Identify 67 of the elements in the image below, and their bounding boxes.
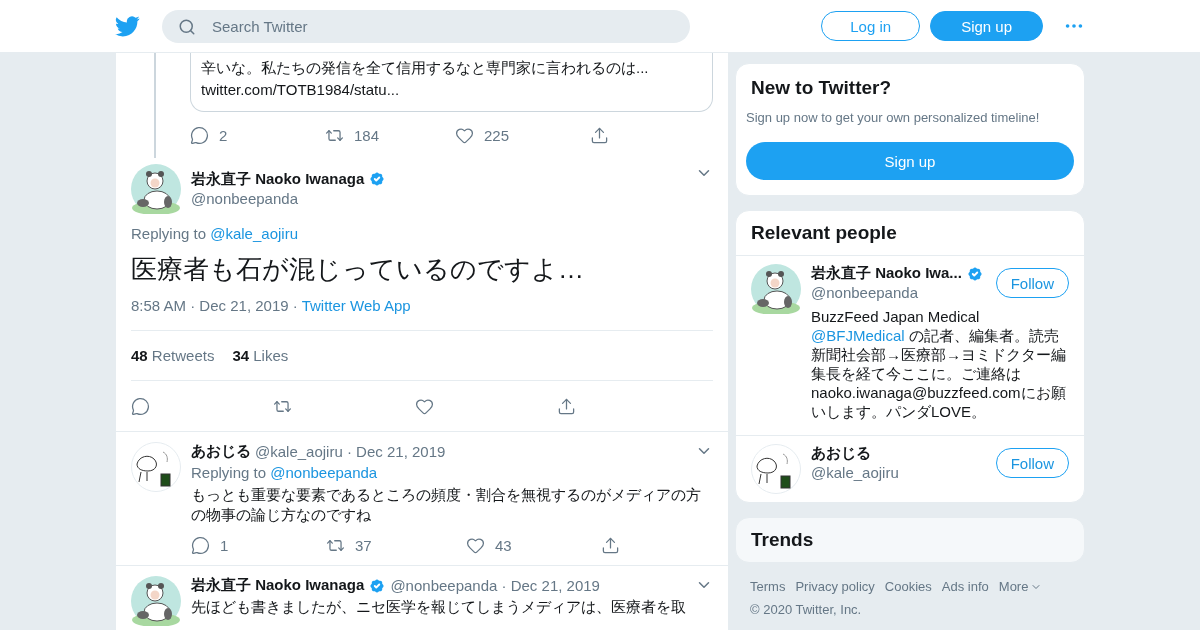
verified-icon [368,576,387,595]
card-title: Trends [751,530,815,550]
author-name[interactable]: 岩永直子 Naoko Iwanaga [191,169,365,189]
reply-icon[interactable] [191,535,210,555]
reply-icon[interactable] [131,396,150,416]
verified-icon [965,264,984,283]
avatar-drawing[interactable] [751,444,801,494]
like-icon[interactable] [466,535,485,555]
signup-button[interactable]: Sign up [746,142,1074,180]
tweet-timestamp: 8:58 AM · Dec 21, 2019 · Twitter Web App [131,296,412,316]
author-name[interactable]: あおじる [191,442,251,461]
replying-to-text: Replying to @kale_aojiru [131,224,299,244]
author-handle[interactable]: @nonbeepanda [191,188,387,209]
footer-link[interactable]: Terms [750,579,786,594]
quoted-tweet-text: 辛いな。私たちの発信を全て信用するなと専門家に言われるのは... [201,58,650,78]
follow-button[interactable]: Follow [995,268,1069,298]
card-title: Relevant people [751,223,898,243]
twitter-logo[interactable] [115,15,140,37]
footer-link[interactable]: Privacy policy [795,579,875,594]
avatar-drawing[interactable] [131,164,181,214]
tweet-meta: @nonbeepanda · Dec 21, 2019 [390,577,600,594]
person-handle[interactable]: @kale_aojiru [811,463,899,483]
tweet-text: 先ほども書きましたが、ニセ医学を報じてしまうメディアは、医療者を取 [191,597,687,617]
person-handle[interactable]: @nonbeepanda [811,283,984,303]
stat-text[interactable]: 48 Retweets [131,345,215,366]
footer-link[interactable]: Ads info [941,579,989,594]
tweet-meta: @kale_aojiru · Dec 21, 2019 [255,443,446,460]
share-icon[interactable] [601,535,620,555]
action-count: 184 [354,126,380,144]
avatar-drawing[interactable] [131,576,181,626]
person-name[interactable]: 岩永直子 Naoko Iwa... [811,264,962,283]
footer-link[interactable]: Cookies [884,579,932,594]
person-name[interactable]: あおじる [811,444,871,463]
author-name[interactable]: 岩永直子 Naoko Iwanaga [191,576,365,595]
replying-to-text: Replying to @nonbeepanda [191,463,379,483]
more-link[interactable]: More [998,579,1043,594]
source-link[interactable]: Twitter Web App [301,297,411,314]
reply-icon[interactable] [190,125,209,145]
person-bio: BuzzFeed Japan Medical @BFJMedical の記者、編集者。読売新聞社会部→医療部→ヨミドクター編集長を経て今ここに。ご連絡はnaoko.iwanaga@buzzfeed.comにお願いします。パンダLOVE。 [811,307,1067,422]
action-count: 1 [220,536,229,554]
action-count: 43 [495,536,512,554]
share-icon[interactable] [557,396,576,416]
search-field[interactable]: Search Twitter [162,9,690,43]
copyright-text: © 2020 Twitter, Inc. [750,601,863,619]
action-count: 37 [355,536,372,554]
mention-link[interactable]: @nonbeepanda [270,464,378,481]
stat-text[interactable]: 34 Likes [232,345,289,366]
tweet-text: 医療者も石が混じっているのですよ… [131,253,585,286]
mention-link[interactable]: @BFJMedical [811,327,905,344]
follow-button[interactable]: Follow [995,448,1069,478]
like-icon[interactable] [415,396,434,416]
quoted-tweet-link: twitter.com/TOTB1984/statu... [201,80,401,100]
search-icon [178,17,196,36]
tweet-text: もっとも重要な要素であるところの頻度・割合を無視するのがメディアの方の物事の論じ方なのですね [191,485,702,525]
card-title: New to Twitter? [751,76,893,100]
avatar-drawing[interactable] [751,264,801,314]
avatar-drawing[interactable] [131,442,181,492]
action-count: 2 [219,126,228,144]
login-button[interactable]: Log in [821,11,921,41]
mention-link[interactable]: @kale_aojiru [210,225,298,242]
signup-button[interactable]: Sign up [930,11,1043,41]
verified-icon [368,170,387,188]
card-subtitle: Sign up now to get your own personalized timeline! [745,109,1041,127]
share-icon[interactable] [590,125,609,145]
quoted-tweet-card[interactable]: 辛いな。私たちの発信を全て信用するなと専門家に言われるのは... twitter.com/TOTB1984/statu... [190,53,713,112]
action-count: 225 [484,126,510,144]
like-icon[interactable] [455,125,474,145]
